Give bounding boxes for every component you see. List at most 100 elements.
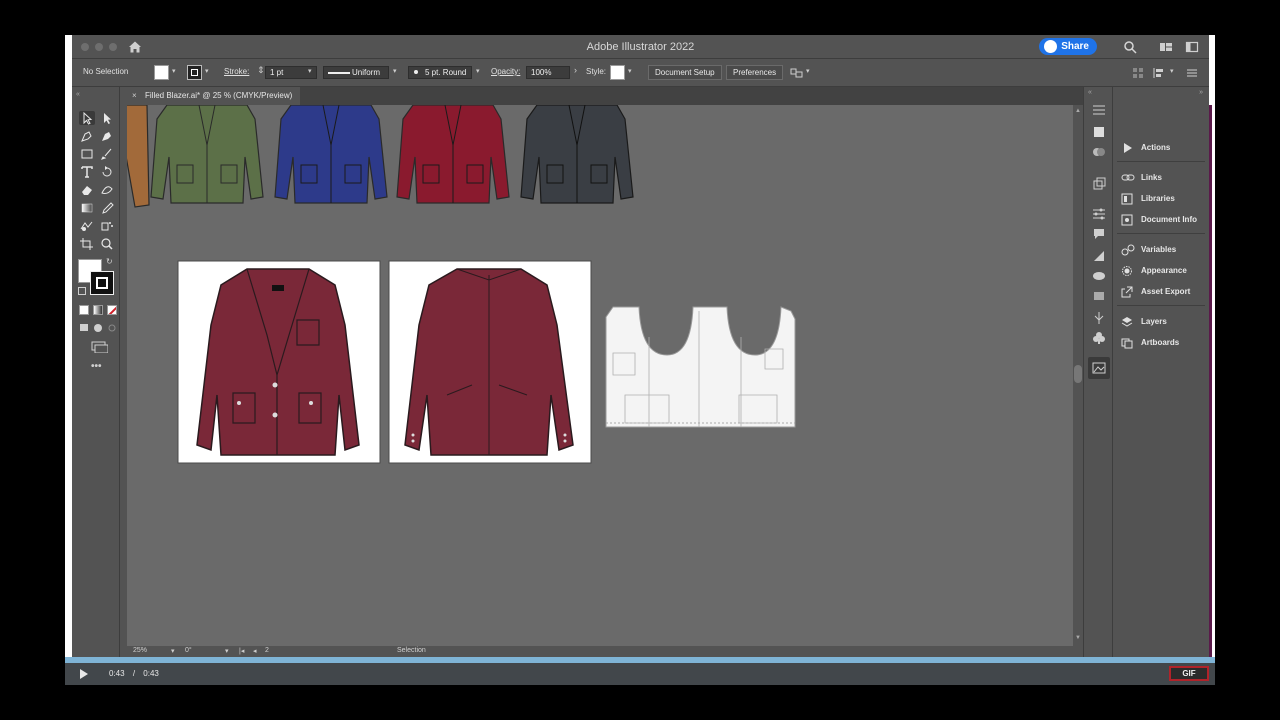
transform-icon[interactable] [1092,177,1106,191]
chevron-down-icon[interactable]: ▾ [225,647,229,655]
stroke-swatch[interactable] [187,65,202,80]
chevron-down-icon[interactable]: ▾ [393,67,397,75]
play-icon [1124,143,1132,153]
artboard-canvas[interactable] [127,105,1073,646]
align-panel-icon[interactable] [1092,207,1106,221]
stepper-icon[interactable]: ⇕ [257,65,265,76]
panel-asset-export[interactable]: Asset Export [1121,283,1209,301]
arrange-icon[interactable] [790,67,804,79]
panel-layers[interactable]: Layers [1121,313,1209,331]
graphic-styles-icon[interactable] [1092,311,1106,325]
curvature-tool[interactable] [99,129,115,143]
panel-document-info[interactable]: Document Info [1121,211,1209,229]
chevron-down-icon[interactable]: ▾ [806,67,810,75]
panel-actions[interactable]: Actions [1121,139,1209,157]
align-icon[interactable] [1132,67,1144,79]
document-tab[interactable]: × Filled Blazer.ai* @ 25 % (CMYK/Preview… [127,87,301,105]
zoom-tool[interactable] [99,237,115,251]
rectangle-tool[interactable] [79,147,95,161]
rotate-tool[interactable] [99,165,115,179]
document-setup-button[interactable]: Document Setup [648,65,722,80]
opacity-label[interactable]: Opacity: [491,67,520,76]
chevron-right-icon[interactable]: › [574,65,577,75]
swap-fill-stroke-icon[interactable]: ↻ [106,257,113,266]
variable-width-profile[interactable]: Uniform [323,66,389,79]
fill-swatch[interactable] [154,65,169,80]
arrange-documents-icon[interactable] [1159,40,1173,54]
type-tool[interactable] [79,165,95,179]
eyedropper-tool[interactable] [99,201,115,215]
workspace-switcher-icon[interactable] [1185,40,1199,54]
swatches-icon[interactable] [1092,249,1106,263]
prev-artboard-icon[interactable]: ◂ [253,647,257,655]
gradient-panel-icon[interactable] [1092,125,1106,139]
symbol-sprayer-tool[interactable] [99,219,115,233]
play-button[interactable] [79,669,89,679]
chevron-down-icon[interactable]: ▾ [1170,67,1174,75]
progress-bar[interactable] [65,657,1215,663]
symbol-sprayer-icon [101,222,113,231]
draw-behind-icon[interactable] [93,323,105,333]
pen-tool[interactable] [79,129,95,143]
panel-menu-icon[interactable] [1186,68,1198,78]
gradient-tool[interactable] [79,201,95,215]
screen-mode-icon[interactable] [90,341,108,353]
graphic-style-swatch[interactable] [610,65,625,80]
preferences-button[interactable]: Preferences [726,65,784,80]
control-bar: No Selection ▾ ▾ Stroke: ⇕ 1 pt ▾ Unifor… [72,60,1209,87]
panel-libraries[interactable]: Libraries [1121,190,1209,208]
selection-tool[interactable] [79,111,95,125]
draw-normal-icon[interactable] [79,323,91,333]
scroll-thumb[interactable] [1074,365,1082,383]
chevron-down-icon[interactable]: ▾ [476,67,480,75]
expand-icon[interactable]: » [1199,89,1203,96]
brush-definition[interactable]: 5 pt. Round [408,66,472,79]
symbols-icon[interactable] [1092,269,1106,283]
scroll-down-icon[interactable]: ▼ [1075,635,1081,641]
chevron-down-icon[interactable]: ▾ [628,67,632,75]
panel-variables[interactable]: Variables [1121,241,1209,259]
eraser-tool[interactable] [79,183,95,197]
distribute-icon[interactable] [1152,67,1166,79]
color-mode-icon[interactable] [79,305,89,315]
chevron-down-icon[interactable]: ▾ [171,647,175,655]
draw-inside-icon[interactable] [107,323,119,333]
default-fill-stroke-icon[interactable] [78,287,86,295]
edit-toolbar-icon[interactable]: ••• [91,361,102,372]
panel-appearance[interactable]: Appearance [1121,262,1209,280]
panel-links[interactable]: Links [1121,169,1209,187]
chevron-down-icon[interactable]: ▾ [308,67,312,75]
document-tab-label: Filled Blazer.ai* @ 25 % (CMYK/Preview) [145,91,293,100]
rotation-value[interactable]: 0° [185,647,192,654]
search-icon[interactable] [1123,40,1137,54]
gradient-mode-icon[interactable] [93,305,103,315]
gif-button[interactable]: GIF [1169,666,1209,681]
properties-icon[interactable] [1092,103,1106,117]
shape-builder-tool[interactable] [79,219,95,233]
stroke-label[interactable]: Stroke: [224,67,249,76]
transparency-icon[interactable] [1092,145,1106,159]
scroll-up-icon[interactable]: ▲ [1075,108,1081,114]
zoom-level[interactable]: 25% [133,647,147,654]
vertical-scrollbar[interactable]: ▲ ▼ [1073,105,1083,646]
chevron-down-icon[interactable]: ▾ [205,67,209,75]
paintbrush-tool[interactable] [99,147,115,161]
artboard-tool[interactable] [79,237,95,251]
panel-artboards[interactable]: Artboards [1121,334,1209,352]
comments-icon[interactable] [1092,227,1106,241]
close-tab-icon[interactable]: × [132,87,137,105]
chevron-down-icon[interactable]: ▾ [172,67,176,75]
collapse-icon[interactable]: « [1088,89,1092,96]
brushes-icon[interactable] [1092,289,1106,303]
opacity-field[interactable]: 100% [526,66,570,79]
collapse-icon[interactable]: « [76,91,80,98]
none-mode-icon[interactable] [107,305,117,315]
artboard-number[interactable]: 2 [265,647,269,654]
share-button[interactable]: Share [1039,38,1097,55]
asset-export-panel-button[interactable] [1088,357,1110,379]
direct-selection-tool[interactable] [99,111,115,125]
club-icon[interactable] [1092,331,1106,345]
stroke-color-box[interactable] [90,271,114,295]
warp-tool[interactable] [99,183,115,197]
first-artboard-icon[interactable]: |◂ [239,647,244,655]
